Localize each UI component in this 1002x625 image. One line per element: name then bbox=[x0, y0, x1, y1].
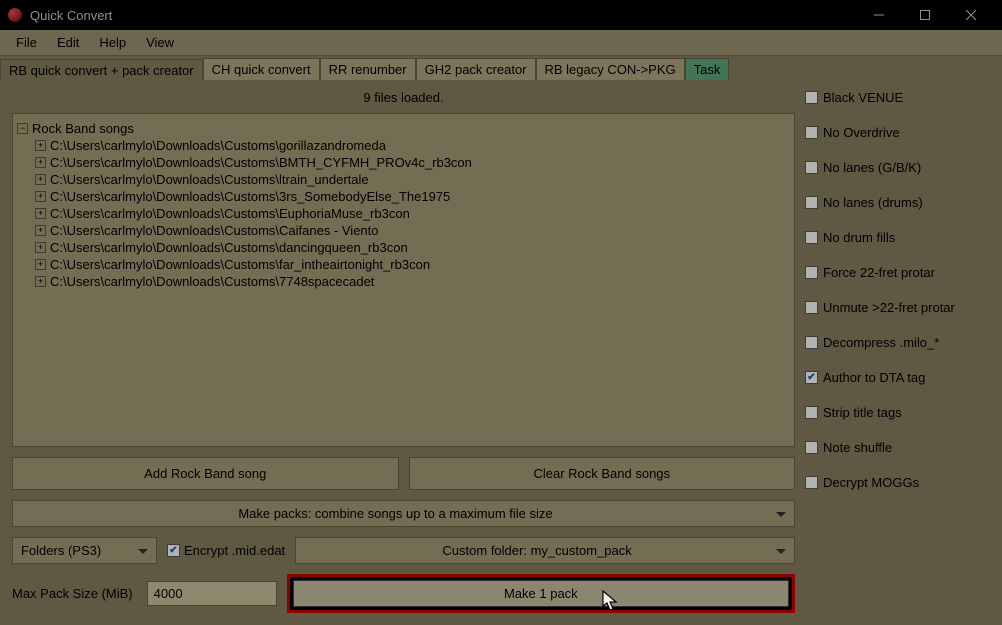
opt-note-shuffle[interactable]: Note shuffle bbox=[805, 440, 990, 455]
opt-no-overdrive[interactable]: No Overdrive bbox=[805, 125, 990, 140]
make-packs-combo[interactable]: Make packs: combine songs up to a maximu… bbox=[12, 500, 795, 527]
checkbox-icon bbox=[805, 336, 818, 349]
tabbar: RB quick convert + pack creator CH quick… bbox=[0, 56, 1002, 80]
max-pack-size-label: Max Pack Size (MiB) bbox=[12, 586, 137, 601]
opt-decrypt-moggs[interactable]: Decrypt MOGGs bbox=[805, 475, 990, 490]
expand-icon[interactable]: + bbox=[35, 174, 46, 185]
clear-songs-button[interactable]: Clear Rock Band songs bbox=[409, 457, 796, 490]
opt-force-22-fret[interactable]: Force 22-fret protar bbox=[805, 265, 990, 280]
titlebar: Quick Convert bbox=[0, 0, 1002, 30]
checkbox-icon bbox=[805, 266, 818, 279]
checkbox-icon bbox=[805, 196, 818, 209]
expand-icon[interactable]: + bbox=[35, 208, 46, 219]
window-title: Quick Convert bbox=[30, 8, 856, 23]
checkbox-icon bbox=[805, 441, 818, 454]
cursor-icon bbox=[602, 590, 620, 615]
tab-rr-renumber[interactable]: RR renumber bbox=[320, 58, 416, 80]
checkbox-icon bbox=[805, 406, 818, 419]
expand-icon[interactable]: + bbox=[35, 157, 46, 168]
add-song-button[interactable]: Add Rock Band song bbox=[12, 457, 399, 490]
expand-icon[interactable]: + bbox=[35, 140, 46, 151]
tree-root-label: Rock Band songs bbox=[32, 121, 134, 136]
checkbox-icon bbox=[805, 476, 818, 489]
song-tree[interactable]: − Rock Band songs +C:\Users\carlmylo\Dow… bbox=[12, 113, 795, 447]
tree-item[interactable]: +C:\Users\carlmylo\Downloads\Customs\774… bbox=[17, 273, 790, 290]
tree-item[interactable]: +C:\Users\carlmylo\Downloads\Customs\Eup… bbox=[17, 205, 790, 222]
menu-view[interactable]: View bbox=[136, 32, 184, 53]
checkbox-icon: ✔ bbox=[167, 544, 180, 557]
expand-icon[interactable]: + bbox=[35, 259, 46, 270]
app-icon bbox=[8, 8, 22, 22]
opt-black-venue[interactable]: Black VENUE bbox=[805, 90, 990, 105]
maximize-button[interactable] bbox=[902, 0, 948, 30]
checkbox-icon bbox=[805, 91, 818, 104]
max-pack-size-input[interactable]: 4000 bbox=[147, 581, 277, 606]
tree-item[interactable]: +C:\Users\carlmylo\Downloads\Customs\ltr… bbox=[17, 171, 790, 188]
menubar: File Edit Help View bbox=[0, 30, 1002, 56]
tree-item[interactable]: +C:\Users\carlmylo\Downloads\Customs\Cai… bbox=[17, 222, 790, 239]
custom-folder-combo[interactable]: Custom folder: my_custom_pack bbox=[295, 537, 795, 564]
tab-task[interactable]: Task bbox=[685, 58, 730, 80]
status-text: 9 files loaded. bbox=[12, 86, 795, 113]
opt-author-dta[interactable]: ✔Author to DTA tag bbox=[805, 370, 990, 385]
tree-item[interactable]: +C:\Users\carlmylo\Downloads\Customs\BMT… bbox=[17, 154, 790, 171]
collapse-icon[interactable]: − bbox=[17, 123, 28, 134]
tab-rb-legacy-con-pkg[interactable]: RB legacy CON->PKG bbox=[536, 58, 685, 80]
opt-no-lanes-drums[interactable]: No lanes (drums) bbox=[805, 195, 990, 210]
checkbox-icon bbox=[805, 126, 818, 139]
tree-root[interactable]: − Rock Band songs bbox=[17, 120, 790, 137]
menu-edit[interactable]: Edit bbox=[47, 32, 89, 53]
encrypt-checkbox[interactable]: ✔ Encrypt .mid.edat bbox=[167, 543, 285, 558]
tab-gh2-pack-creator[interactable]: GH2 pack creator bbox=[416, 58, 536, 80]
close-button[interactable] bbox=[948, 0, 994, 30]
make-pack-highlight: Make 1 pack bbox=[287, 574, 795, 613]
opt-strip-title[interactable]: Strip title tags bbox=[805, 405, 990, 420]
expand-icon[interactable]: + bbox=[35, 191, 46, 202]
tab-ch-quick-convert[interactable]: CH quick convert bbox=[203, 58, 320, 80]
checkbox-icon: ✔ bbox=[805, 371, 818, 384]
tab-rb-quick-convert[interactable]: RB quick convert + pack creator bbox=[0, 59, 203, 81]
expand-icon[interactable]: + bbox=[35, 242, 46, 253]
menu-file[interactable]: File bbox=[6, 32, 47, 53]
opt-no-lanes-gbk[interactable]: No lanes (G/B/K) bbox=[805, 160, 990, 175]
make-pack-button[interactable]: Make 1 pack bbox=[293, 580, 789, 607]
tree-item[interactable]: +C:\Users\carlmylo\Downloads\Customs\far… bbox=[17, 256, 790, 273]
tree-item[interactable]: +C:\Users\carlmylo\Downloads\Customs\dan… bbox=[17, 239, 790, 256]
checkbox-icon bbox=[805, 161, 818, 174]
folders-combo[interactable]: Folders (PS3) bbox=[12, 537, 157, 564]
checkbox-icon bbox=[805, 231, 818, 244]
opt-no-drum-fills[interactable]: No drum fills bbox=[805, 230, 990, 245]
checkbox-icon bbox=[805, 301, 818, 314]
opt-unmute-22-fret[interactable]: Unmute >22-fret protar bbox=[805, 300, 990, 315]
tree-item[interactable]: +C:\Users\carlmylo\Downloads\Customs\gor… bbox=[17, 137, 790, 154]
expand-icon[interactable]: + bbox=[35, 225, 46, 236]
opt-decompress-milo[interactable]: Decompress .milo_* bbox=[805, 335, 990, 350]
expand-icon[interactable]: + bbox=[35, 276, 46, 287]
tree-item[interactable]: +C:\Users\carlmylo\Downloads\Customs\3rs… bbox=[17, 188, 790, 205]
menu-help[interactable]: Help bbox=[89, 32, 136, 53]
minimize-button[interactable] bbox=[856, 0, 902, 30]
